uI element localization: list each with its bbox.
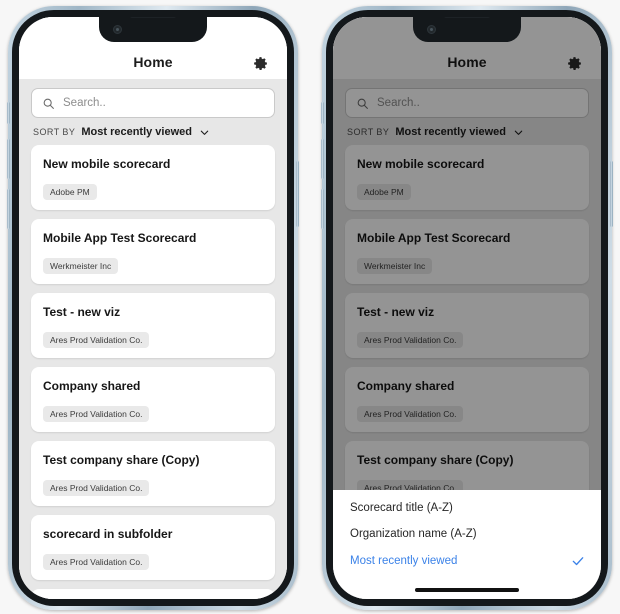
list-item[interactable]: Test company share (Copy) Ares Prod Vali…	[31, 441, 275, 506]
volume-up-button[interactable]	[321, 139, 324, 179]
volume-down-button[interactable]	[321, 189, 324, 229]
earpiece-speaker	[130, 17, 176, 18]
list-item[interactable]: scorecard in subfolder Ares Prod Validat…	[31, 515, 275, 580]
volume-down-button[interactable]	[7, 189, 10, 229]
two-phone-comparison: Home Search.. SORT BY Most recently view…	[0, 0, 620, 614]
content-area: Search.. SORT BY Most recently viewed Ne…	[19, 79, 287, 599]
organization-chip: Werkmeister Inc	[43, 258, 119, 274]
search-icon	[43, 98, 54, 109]
settings-button[interactable]	[249, 52, 271, 74]
sort-option-label: Most recently viewed	[350, 555, 458, 567]
scorecard-title: Test company share (Copy)	[43, 453, 200, 467]
volume-up-button[interactable]	[7, 139, 10, 179]
app-screen: Home Search.. SORT BY Most recently view…	[19, 17, 287, 599]
list-item[interactable]: Test - new viz Ares Prod Validation Co.	[31, 293, 275, 358]
page-title: Home	[133, 54, 173, 70]
sort-by-row[interactable]: SORT BY Most recently viewed	[19, 118, 287, 145]
silent-switch-button[interactable]	[321, 102, 324, 124]
scorecard-title: scorecard in subfolder	[43, 527, 173, 541]
power-button[interactable]	[610, 161, 613, 227]
silent-switch-button[interactable]	[7, 102, 10, 124]
organization-chip: Adobe PM	[43, 184, 97, 200]
front-camera-icon	[427, 25, 436, 34]
scorecard-title: Test - new viz	[43, 305, 121, 319]
notch	[413, 17, 521, 42]
search-container: Search..	[19, 79, 287, 118]
chevron-down-icon	[200, 130, 209, 135]
organization-chip: Ares Prod Validation Co.	[43, 332, 150, 348]
sort-by-value: Most recently viewed	[81, 126, 192, 138]
list-item[interactable]: Mobile App Test Scorecard Werkmeister In…	[31, 219, 275, 284]
scorecard-title: New mobile scorecard	[43, 157, 171, 171]
sort-option-organization-name[interactable]: Organization name (A-Z)	[333, 521, 601, 547]
earpiece-speaker	[444, 17, 490, 18]
list-item[interactable]: Holiday Reporting Health PNW	[31, 589, 275, 599]
sort-by-label: SORT BY	[33, 127, 76, 137]
sort-options-sheet: Scorecard title (A-Z) Organization name …	[333, 490, 601, 599]
phone-screen-right: Home Search.. SORT BY Most recently view…	[333, 17, 601, 599]
sort-option-scorecard-title[interactable]: Scorecard title (A-Z)	[333, 495, 601, 521]
organization-chip: Ares Prod Validation Co.	[43, 480, 150, 496]
list-item[interactable]: New mobile scorecard Adobe PM	[31, 145, 275, 210]
sort-option-most-recently-viewed[interactable]: Most recently viewed	[333, 547, 601, 575]
sort-option-label: Organization name (A-Z)	[350, 528, 477, 540]
phone-left: Home Search.. SORT BY Most recently view…	[7, 6, 299, 610]
search-input[interactable]: Search..	[31, 88, 275, 118]
home-indicator	[415, 588, 519, 592]
search-placeholder: Search..	[63, 97, 106, 109]
gear-icon	[253, 56, 267, 70]
front-camera-icon	[113, 25, 122, 34]
sort-option-label: Scorecard title (A-Z)	[350, 502, 453, 514]
notch	[99, 17, 207, 42]
list-item[interactable]: Company shared Ares Prod Validation Co.	[31, 367, 275, 432]
scorecard-title: Company shared	[43, 379, 141, 393]
check-icon	[572, 557, 584, 566]
phone-screen-left: Home Search.. SORT BY Most recently view…	[19, 17, 287, 599]
organization-chip: Ares Prod Validation Co.	[43, 406, 150, 422]
power-button[interactable]	[296, 161, 299, 227]
phone-right: Home Search.. SORT BY Most recently view…	[321, 6, 613, 610]
scorecard-list: New mobile scorecard Adobe PM Mobile App…	[19, 145, 287, 599]
scorecard-title: Mobile App Test Scorecard	[43, 231, 197, 245]
app-screen: Home Search.. SORT BY Most recently view…	[333, 17, 601, 599]
organization-chip: Ares Prod Validation Co.	[43, 554, 150, 570]
